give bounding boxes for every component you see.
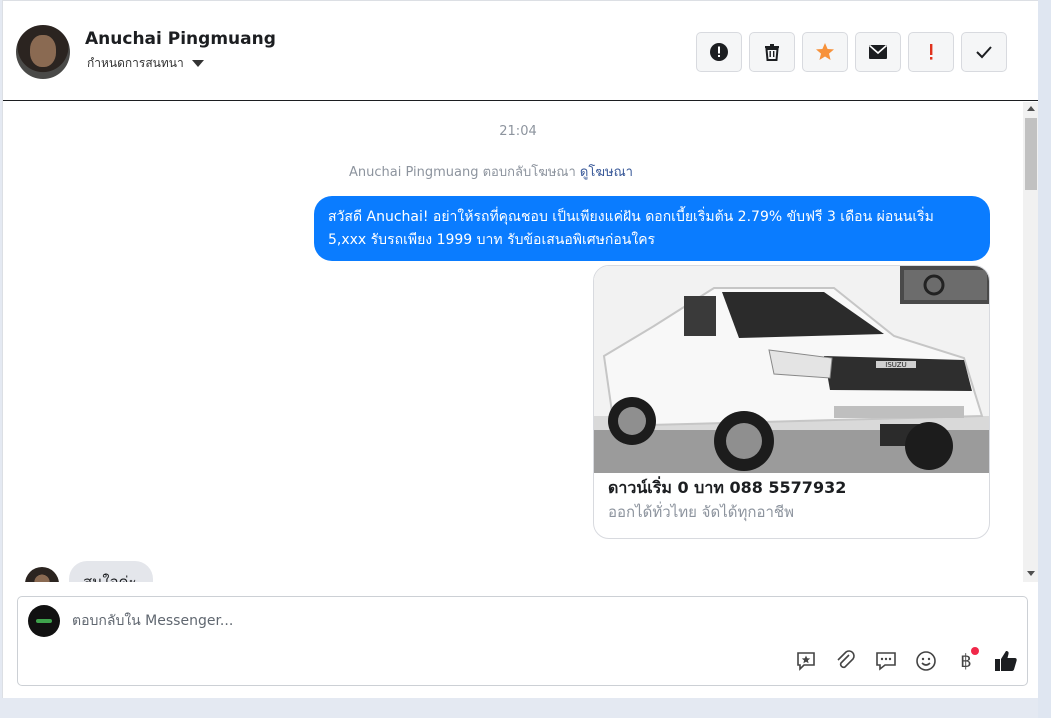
page-edge (1038, 0, 1051, 718)
envelope-icon (868, 44, 888, 59)
exclamation-circle-icon (710, 43, 728, 61)
saved-reply-button[interactable] (792, 647, 820, 675)
saved-reply-icon (797, 652, 815, 671)
ad-card-title[interactable]: ดาวน์เริ่ม 0 บาท 088 5577932 (608, 476, 846, 501)
contact-avatar-small (25, 567, 59, 582)
scroll-down-icon[interactable] (1027, 571, 1035, 576)
action-toolbar (696, 32, 1007, 72)
exclamation-icon (930, 44, 933, 60)
attachment-icon (837, 650, 855, 669)
star-icon (816, 43, 834, 60)
mark-unread-button[interactable] (855, 32, 901, 72)
ad-reply-notice: Anuchai Pingmuang ตอบกลับโฆษณา ดูโฆษณา (349, 161, 633, 182)
mark-done-button[interactable] (961, 32, 1007, 72)
thread-scrollbar[interactable] (1023, 102, 1039, 582)
like-button[interactable] (992, 647, 1020, 675)
assign-label: กำหนดการสนทนา (87, 56, 184, 70)
trash-icon (765, 44, 779, 61)
attach-button[interactable] (832, 647, 860, 675)
composer-toolbar: ฿ (792, 647, 1020, 675)
assign-conversation-dropdown[interactable]: กำหนดการสนทนา (87, 54, 204, 73)
ad-card[interactable]: ISUZU ดาวน์เริ่ม 0 บาท 088 5577932 ออกได… (593, 265, 990, 539)
conversation-panel: Anuchai Pingmuang กำหนดการสนทนา 21:04 An… (2, 0, 1039, 698)
check-icon (976, 46, 992, 59)
view-ad-link[interactable]: ดูโฆษณา (580, 165, 633, 180)
baht-icon: ฿ (960, 650, 972, 672)
report-button[interactable] (696, 32, 742, 72)
emoji-icon (916, 651, 936, 671)
scroll-thumb[interactable] (1025, 118, 1037, 190)
payment-button[interactable]: ฿ (952, 647, 980, 675)
reply-composer: ฿ (17, 596, 1028, 686)
delete-button[interactable] (749, 32, 795, 72)
message-timestamp: 21:04 (499, 124, 537, 139)
notification-dot (971, 647, 979, 655)
caret-down-icon (191, 60, 204, 67)
emoji-button[interactable] (912, 647, 940, 675)
ad-card-image[interactable]: ISUZU (594, 266, 989, 473)
pickup-truck-image: ISUZU (594, 266, 989, 473)
conversation-header: Anuchai Pingmuang กำหนดการสนทนา (3, 1, 1039, 101)
message-thread[interactable]: 21:04 Anuchai Pingmuang ตอบกลับโฆษณา ดูโ… (3, 102, 1023, 582)
star-button[interactable] (802, 32, 848, 72)
spam-button[interactable] (908, 32, 954, 72)
ad-card-brand-badge: ISUZU (885, 361, 906, 369)
ad-card-subtitle: ออกได้ทั่วไทย จัดได้ทุกอาชีพ (608, 503, 794, 521)
reply-input[interactable] (72, 609, 772, 633)
like-icon (995, 651, 1017, 671)
ad-reply-text: Anuchai Pingmuang ตอบกลับโฆษณา (349, 165, 576, 180)
page-avatar (28, 605, 60, 637)
contact-name[interactable]: Anuchai Pingmuang (85, 29, 276, 49)
contact-avatar[interactable] (16, 25, 70, 79)
chat-bubble-icon (876, 652, 896, 671)
quick-reply-button[interactable] (872, 647, 900, 675)
scroll-up-icon[interactable] (1027, 106, 1035, 111)
incoming-message[interactable]: สนใจค่ะ (69, 561, 153, 582)
outgoing-message[interactable]: สวัสดี Anuchai! อย่าให้รถที่คุณชอบ เป็นเ… (314, 196, 990, 261)
